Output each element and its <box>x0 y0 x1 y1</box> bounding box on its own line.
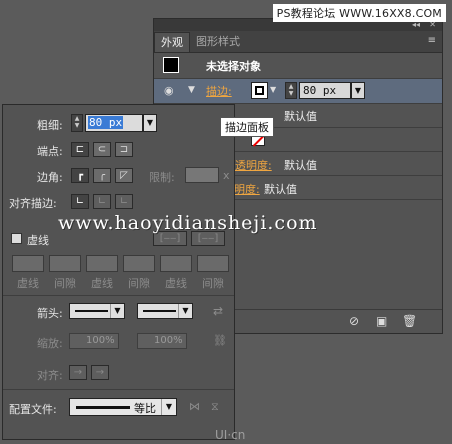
weight-stepper[interactable]: ▲ ▼ <box>71 114 83 132</box>
limit-label: 限制: <box>149 171 175 184</box>
bevel-join-icon[interactable]: ◸ <box>115 168 133 183</box>
arrow-place-icon[interactable]: → <box>91 365 109 380</box>
profile-select[interactable]: 等比 ▼ <box>69 398 177 416</box>
stroke-panel-tooltip: 描边面板 <box>220 117 274 137</box>
start-scale-input[interactable]: 100% <box>69 333 119 349</box>
trash-icon[interactable]: 🗑 <box>402 314 417 328</box>
gap-input-1[interactable] <box>49 255 81 272</box>
align-arrow-label: 对齐: <box>37 369 63 382</box>
chevron-down-icon[interactable]: ▼ <box>270 85 276 94</box>
duplicate-icon[interactable]: ▣ <box>376 314 387 328</box>
stroke-panel: 粗细: ▲ ▼ 80 px ▼ 端点: ⊏ ⊂ ⊐ 边角: ┏ ╭ ◸ 限制: x… <box>2 104 235 440</box>
align-center-icon[interactable]: ∟ <box>71 194 89 209</box>
object-label: 未选择对象 <box>206 59 261 73</box>
watermark-top: PS教程论坛 WWW.16XX8.COM <box>272 4 446 22</box>
flip-along-icon[interactable]: ⋈ <box>189 400 200 413</box>
end-scale-input[interactable]: 100% <box>137 333 187 349</box>
dash-input-3[interactable] <box>160 255 192 272</box>
cap-label: 端点: <box>37 145 63 158</box>
align-stroke-label: 对齐描边: <box>9 197 57 210</box>
arrowhead-label: 箭头: <box>37 307 63 320</box>
dashed-line-checkbox[interactable] <box>11 233 22 244</box>
swap-arrows-icon[interactable]: ⇄ <box>213 304 223 318</box>
round-join-icon[interactable]: ╭ <box>93 168 111 183</box>
tab-graphic-styles[interactable]: 图形样式 <box>190 32 246 52</box>
dash-label-2: 虚线 <box>91 277 113 290</box>
arrow-extend-icon[interactable]: → <box>69 365 87 380</box>
gap-input-3[interactable] <box>197 255 229 272</box>
end-arrowhead-select[interactable]: ▼ <box>137 303 193 319</box>
dashed-line-label: 虚线 <box>27 234 49 247</box>
stroke-link[interactable]: 描边: <box>206 83 232 99</box>
expand-triangle-icon[interactable]: ▼ <box>188 85 195 95</box>
dash-input-1[interactable] <box>12 255 44 272</box>
object-row: 未选择对象 <box>154 53 442 79</box>
object-thumbnail <box>163 57 179 73</box>
dash-label-3: 虚线 <box>165 277 187 290</box>
corner-label: 边角: <box>37 171 63 184</box>
start-arrowhead-select[interactable]: ▼ <box>69 303 125 319</box>
square-cap-icon[interactable]: ⊐ <box>115 142 133 157</box>
chevron-down-icon[interactable]: ▼ <box>351 82 365 99</box>
dash-label-1: 虚线 <box>17 277 39 290</box>
panel-menu-icon[interactable]: ≡ <box>428 35 436 46</box>
weight-input[interactable]: 80 px <box>85 114 143 132</box>
scale-label: 缩放: <box>37 337 63 350</box>
round-cap-icon[interactable]: ⊂ <box>93 142 111 157</box>
opacity-value: 默认值 <box>264 183 297 196</box>
no-icon[interactable]: ⊘ <box>349 314 359 328</box>
fill-opacity-value: 默认值 <box>284 159 317 172</box>
tab-appearance[interactable]: 外观 <box>154 32 190 52</box>
eye-icon[interactable]: ◉ <box>164 84 174 97</box>
chevron-down-icon[interactable]: ▼ <box>143 114 157 132</box>
butt-cap-icon[interactable]: ⊏ <box>71 142 89 157</box>
stroke-weight-input[interactable]: 80 px <box>299 82 351 99</box>
flip-across-icon[interactable]: ⧖ <box>211 400 219 414</box>
limit-suffix: x <box>223 169 230 182</box>
align-inside-icon[interactable]: ∟ <box>93 194 111 209</box>
link-scale-icon[interactable]: ⛓ <box>213 334 227 347</box>
watermark-bottom: UI·cn <box>215 428 246 442</box>
gap-label-2: 间隙 <box>128 277 150 290</box>
panel-tabs: 外观 图形样式 ≡ <box>154 31 442 53</box>
stroke-color-swatch[interactable] <box>251 82 268 99</box>
dash-input-2[interactable] <box>86 255 118 272</box>
stroke-row[interactable]: ◉ ▼ 描边: ▼ ▲ ▼ 80 px ▼ <box>154 79 442 104</box>
gap-label-1: 间隙 <box>54 277 76 290</box>
gap-label-3: 间隙 <box>202 277 224 290</box>
align-outside-icon[interactable]: ∟ <box>115 194 133 209</box>
watermark-middle: www.haoyidiansheji.com <box>58 212 318 234</box>
limit-input[interactable] <box>185 167 219 183</box>
miter-join-icon[interactable]: ┏ <box>71 168 89 183</box>
profile-label: 配置文件: <box>9 403 57 416</box>
weight-stepper[interactable]: ▲ ▼ <box>285 82 297 99</box>
weight-label: 粗细: <box>37 119 63 132</box>
stroke-opacity-value: 默认值 <box>284 110 317 123</box>
gap-input-2[interactable] <box>123 255 155 272</box>
